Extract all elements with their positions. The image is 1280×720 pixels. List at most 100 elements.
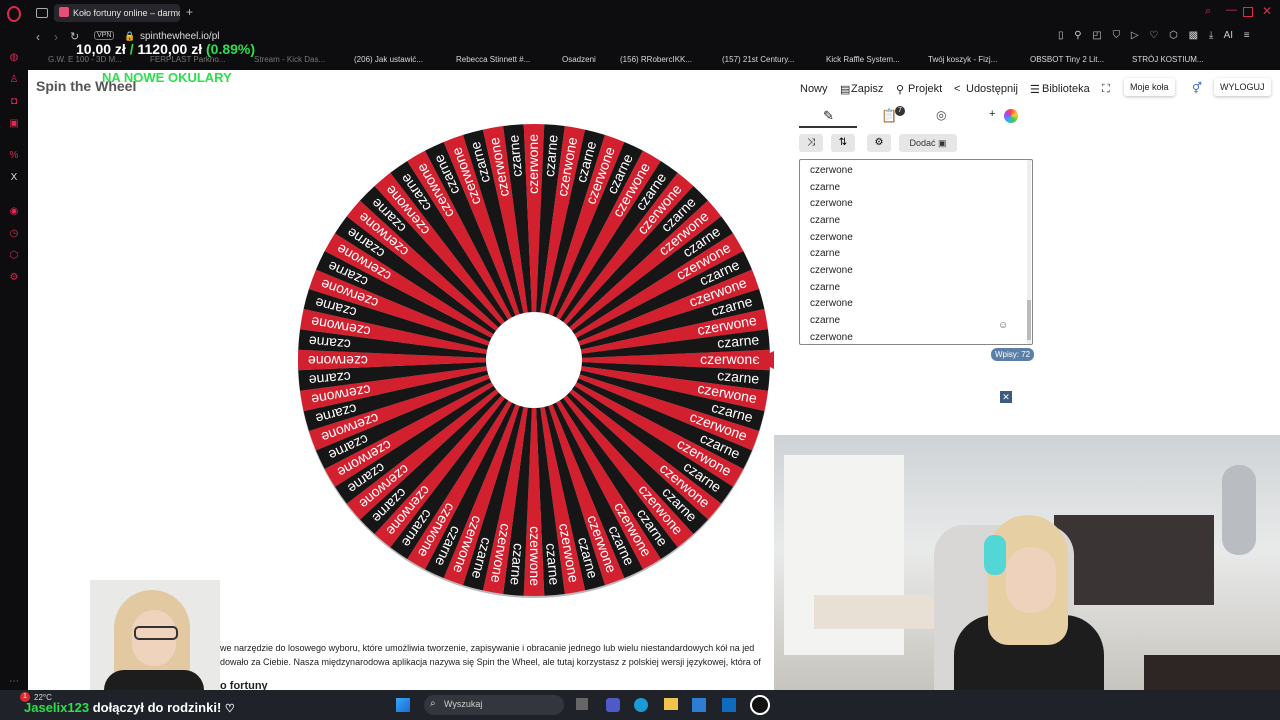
minimize-icon[interactable]: — bbox=[1226, 4, 1237, 16]
settings-icon[interactable]: ⚙ bbox=[8, 272, 20, 284]
menu-icon[interactable]: ≡ bbox=[1244, 30, 1250, 41]
active-tab-underline bbox=[799, 126, 857, 128]
sort-button[interactable]: ⇅ bbox=[831, 134, 855, 152]
bookmark-item[interactable]: Kick Raffle System... bbox=[826, 55, 900, 64]
webcam-main bbox=[774, 435, 1280, 720]
follow-alert: Jaselix123 dołączył do rodzinki! ♡ bbox=[24, 700, 235, 715]
close-overlay-icon[interactable]: ✕ bbox=[1000, 391, 1012, 403]
tab-title: Koło fortuny online – darmo bbox=[73, 8, 180, 18]
store-icon[interactable] bbox=[692, 698, 706, 712]
maximize-icon[interactable] bbox=[1243, 7, 1253, 17]
goal-banner: NA NOWE OKULARY bbox=[102, 70, 232, 85]
edge-icon[interactable] bbox=[634, 698, 648, 712]
file-explorer-icon[interactable] bbox=[664, 698, 678, 710]
tab-manager-icon[interactable] bbox=[36, 8, 48, 18]
bookmark-item[interactable]: Rebecca Stinnett #... bbox=[456, 55, 530, 64]
scrollbar[interactable] bbox=[1027, 160, 1031, 344]
task-view-icon[interactable] bbox=[576, 698, 588, 710]
wheel-center-hub[interactable] bbox=[486, 312, 582, 408]
edit-pencil-icon[interactable]: ✎ bbox=[823, 108, 834, 124]
sidebar-more-icon[interactable]: ⋯ bbox=[8, 676, 20, 688]
outlook-icon[interactable] bbox=[722, 698, 736, 712]
webcam-person-face bbox=[1006, 547, 1056, 613]
split-view-icon[interactable]: ▯ bbox=[1058, 30, 1064, 41]
color-wheel-icon[interactable] bbox=[1004, 109, 1018, 123]
shuffle-button[interactable]: ⤨ bbox=[799, 134, 823, 152]
back-icon[interactable]: ‹ bbox=[36, 30, 40, 44]
bookmarks-sidebar-icon[interactable]: ▣ bbox=[8, 118, 20, 130]
search-icon: ⌕ bbox=[430, 698, 436, 709]
webcam-small bbox=[90, 580, 220, 696]
settings-gear-button[interactable]: ⚙ bbox=[867, 134, 891, 152]
search-tabs-icon[interactable]: ⌕ bbox=[1205, 5, 1211, 18]
webcam-tv-stand bbox=[814, 595, 954, 629]
entries-textarea[interactable]: czerwone czarne czerwone czarne czerwone… bbox=[799, 159, 1033, 345]
taskbar-search[interactable]: ⌕ Wyszukaj bbox=[424, 695, 564, 715]
extensions-sidebar-icon[interactable]: ⬡ bbox=[8, 250, 20, 262]
scrollbar-thumb[interactable] bbox=[1027, 300, 1031, 340]
heart-alert-icon: ♡ bbox=[224, 703, 235, 715]
fullscreen-icon[interactable]: ⛶ bbox=[1102, 83, 1110, 96]
emoji-icon[interactable]: ☺ bbox=[998, 320, 1008, 331]
spin-wheel[interactable]: czerwoneczarneczerwoneczarneczerwoneczar… bbox=[294, 120, 774, 600]
bookmark-item[interactable]: (206) Jak ustawić... bbox=[354, 55, 423, 64]
nav-library-button[interactable]: Biblioteka bbox=[1042, 83, 1090, 95]
forward-icon[interactable]: › bbox=[54, 30, 58, 44]
bookmark-item[interactable]: STRÓJ KOSTIUM... bbox=[1132, 55, 1204, 64]
bookmark-item[interactable]: (156) RRobercIKK... bbox=[620, 55, 692, 64]
nav-save-button[interactable]: Zapisz bbox=[851, 83, 883, 95]
wheel-segment-label: czerwone bbox=[527, 526, 543, 586]
bookmark-item[interactable]: Osadzeni bbox=[562, 55, 596, 64]
taskbar-search-placeholder: Wyszukaj bbox=[444, 699, 483, 709]
heart-icon[interactable]: ♡ bbox=[1149, 30, 1158, 41]
bookmark-item[interactable]: OBSBOT Tiny 2 Lit... bbox=[1030, 55, 1104, 64]
opera-logo-icon[interactable] bbox=[7, 6, 21, 22]
download-icon[interactable]: ⤓ bbox=[1209, 30, 1213, 41]
teams-icon[interactable] bbox=[606, 698, 620, 712]
gender-icon[interactable]: ⚥ bbox=[1192, 82, 1202, 95]
ai-icon[interactable]: AI bbox=[1224, 30, 1233, 41]
logout-button[interactable]: WYLOGUJ bbox=[1214, 78, 1271, 96]
add-color-icon[interactable]: + bbox=[989, 108, 995, 120]
add-image-button[interactable]: Dodać ▣ bbox=[899, 134, 957, 152]
nav-new-button[interactable]: Nowy bbox=[800, 83, 828, 95]
play-icon[interactable]: ▷ bbox=[1131, 30, 1139, 41]
my-wheels-button[interactable]: Moje koła bbox=[1124, 78, 1175, 96]
donation-goal-overlay: 10,00 zł / 1120,00 zł (0.89%) bbox=[76, 41, 255, 57]
close-window-icon[interactable]: ✕ bbox=[1262, 4, 1272, 18]
snapshot-icon[interactable]: ◰ bbox=[1092, 30, 1101, 41]
vpn-badge[interactable]: VPN bbox=[94, 31, 115, 40]
profile-avatar-icon[interactable]: ▩ bbox=[1189, 30, 1198, 41]
bookmark-item[interactable]: Twój koszyk - Fizj... bbox=[928, 55, 997, 64]
aria-icon[interactable]: ♙ bbox=[8, 74, 20, 86]
shield-icon[interactable]: ⛉ bbox=[1113, 30, 1121, 41]
webcam-headphones bbox=[984, 535, 1006, 575]
entry-line: czarne bbox=[810, 215, 841, 226]
entry-count-badge: Wpisy: 72 bbox=[991, 348, 1035, 361]
bookmark-item[interactable]: (157) 21st Century... bbox=[722, 55, 794, 64]
hide-eye-icon[interactable]: ◎ bbox=[936, 108, 946, 122]
messenger-icon[interactable]: ◍ bbox=[8, 52, 20, 64]
history-icon[interactable]: ◷ bbox=[8, 228, 20, 240]
donation-percent: (0.89%) bbox=[206, 41, 256, 57]
discount-icon[interactable]: % bbox=[8, 150, 20, 162]
pin-icon[interactable]: ⚲ bbox=[1074, 30, 1081, 41]
entry-line: czerwone bbox=[810, 165, 853, 176]
image-icon: ▣ bbox=[938, 138, 947, 148]
browser-tab-active[interactable]: Koło fortuny online – darmo bbox=[54, 4, 180, 22]
extensions-icon[interactable]: ⬡ bbox=[1169, 30, 1178, 41]
player-icon[interactable]: ◉ bbox=[8, 206, 20, 218]
opera-taskbar-icon[interactable] bbox=[750, 695, 770, 715]
new-tab-icon[interactable]: + bbox=[186, 5, 193, 19]
instagram-icon[interactable]: ◘ bbox=[8, 96, 20, 108]
share-icon: < bbox=[954, 83, 961, 95]
bookmark-item[interactable]: Stream - Kick Das... bbox=[254, 55, 325, 64]
nav-share-button[interactable]: Udostępnij bbox=[966, 83, 1018, 95]
donation-separator: / bbox=[129, 41, 134, 57]
clipboard-badge: 7 bbox=[895, 106, 905, 116]
x-twitter-icon[interactable]: X bbox=[8, 172, 20, 184]
donation-goal: 1120,00 zł bbox=[137, 41, 203, 57]
nav-project-button[interactable]: Projekt bbox=[908, 83, 942, 95]
start-button-icon[interactable] bbox=[396, 698, 410, 712]
entry-line: czerwone bbox=[810, 198, 853, 209]
